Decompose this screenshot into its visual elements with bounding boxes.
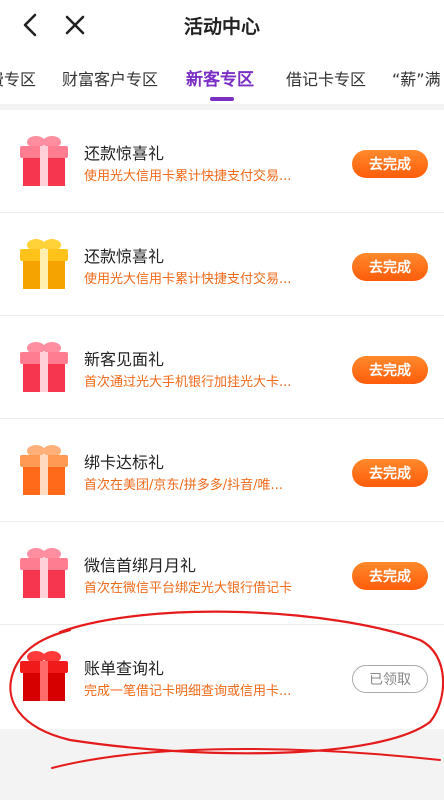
list-item: 微信首绑月月礼 首次在微信平台绑定光大银行借记卡 去完成 (0, 522, 444, 625)
list-item: 账单查询礼 完成一笔借记卡明细查询或信用卡... 已领取 (0, 625, 444, 729)
item-title: 还款惊喜礼 (84, 247, 165, 266)
tab-bar: 费专区 财富客户专区 新客专区 借记卡专区 “薪”满 (0, 50, 444, 104)
gift-icon (20, 136, 68, 186)
top-bar: 活动中心 (0, 0, 444, 50)
item-description: 首次在微信平台绑定光大银行借记卡 (84, 581, 293, 596)
gift-icon (20, 239, 68, 289)
gift-icon (20, 342, 68, 392)
item-title: 账单查询礼 (84, 659, 165, 678)
page-title: 活动中心 (183, 16, 260, 38)
item-description: 使用光大信用卡累计快捷支付交易... (84, 169, 292, 184)
item-description: 完成一笔借记卡明细查询或信用卡... (84, 684, 292, 699)
gift-icon (20, 445, 68, 495)
item-description: 首次通过光大手机银行加挂光大卡... (84, 375, 292, 390)
tab-new-customers[interactable]: 新客专区 (186, 65, 254, 90)
tab-salary[interactable]: “薪”满 (392, 66, 441, 90)
list-item: 还款惊喜礼 使用光大信用卡累计快捷支付交易... 去完成 (0, 213, 444, 316)
item-description: 首次在美团/京东/拼多多/抖音/唯... (84, 478, 283, 493)
complete-button[interactable]: 去完成 (352, 459, 428, 487)
tab-wealth-customers[interactable]: 财富客户专区 (62, 66, 158, 90)
active-tab-indicator (210, 97, 234, 101)
item-title: 绑卡达标礼 (84, 453, 165, 472)
gift-icon (20, 651, 68, 701)
complete-button[interactable]: 去完成 (352, 562, 428, 590)
tab-consumption[interactable]: 费专区 (0, 66, 36, 90)
tab-debit-card[interactable]: 借记卡专区 (286, 66, 366, 90)
item-title: 新客见面礼 (84, 350, 165, 369)
gift-icon (20, 548, 68, 598)
list-item: 新客见面礼 首次通过光大手机银行加挂光大卡... 去完成 (0, 316, 444, 419)
activity-list: 还款惊喜礼 使用光大信用卡累计快捷支付交易... 去完成 还款惊喜礼 使用光大信… (0, 110, 444, 729)
list-item: 绑卡达标礼 首次在美团/京东/拼多多/抖音/唯... 去完成 (0, 419, 444, 522)
complete-button[interactable]: 去完成 (352, 253, 428, 281)
item-description: 使用光大信用卡累计快捷支付交易... (84, 272, 292, 287)
complete-button[interactable]: 去完成 (352, 150, 428, 178)
claimed-button[interactable]: 已领取 (352, 665, 428, 693)
item-title: 还款惊喜礼 (84, 144, 165, 163)
item-title: 微信首绑月月礼 (84, 556, 197, 575)
complete-button[interactable]: 去完成 (352, 356, 428, 384)
list-item: 还款惊喜礼 使用光大信用卡累计快捷支付交易... 去完成 (0, 110, 444, 213)
